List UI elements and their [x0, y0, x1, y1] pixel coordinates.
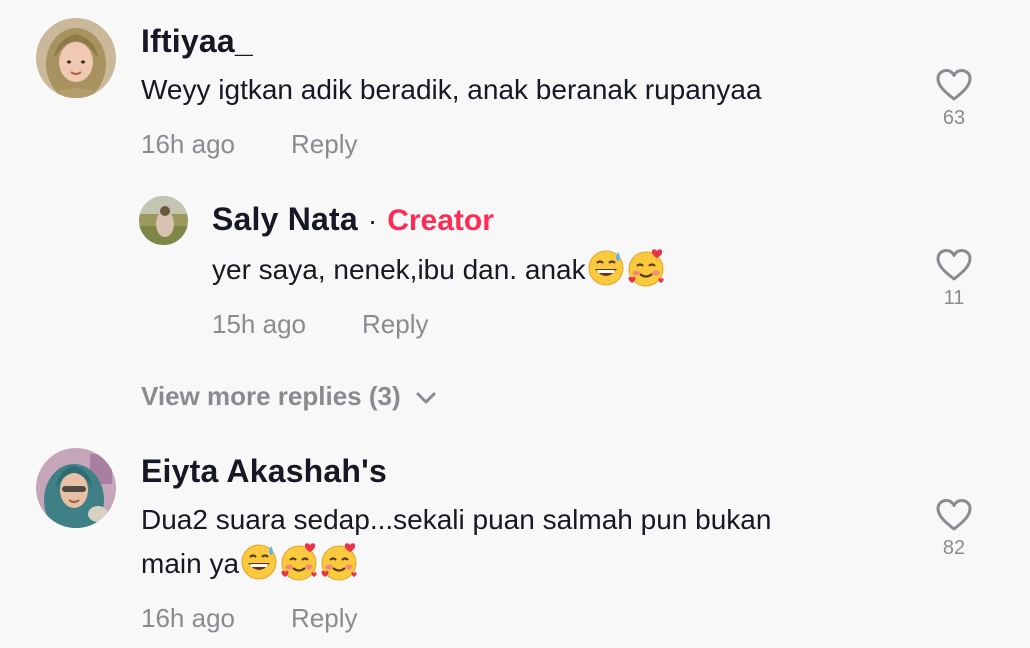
grinning-sweat-emoji	[586, 248, 626, 288]
reply-text: yer saya, nenek,ibu dan. anak	[212, 254, 586, 285]
comment-timestamp: 16h ago	[141, 603, 235, 633]
heart-outline-icon	[924, 68, 984, 102]
like-count: 82	[942, 537, 966, 559]
reply-button[interactable]: Reply	[362, 308, 428, 340]
avatar[interactable]	[139, 196, 188, 245]
avatar[interactable]	[36, 18, 116, 98]
reply-username[interactable]: Saly Nata	[212, 200, 358, 238]
reply-button[interactable]: Reply	[291, 602, 357, 634]
reply-timestamp: 15h ago	[212, 309, 306, 339]
separator-dot: ·	[367, 205, 378, 236]
avatar[interactable]	[36, 448, 116, 528]
smiling-hearts-emoji	[626, 248, 666, 288]
comment-text-line-2: main ya	[141, 542, 359, 586]
comment-text: Weyy igtkan adik beradik, anak beranak r…	[141, 74, 762, 105]
grinning-sweat-emoji	[239, 542, 279, 582]
comment-username[interactable]: Iftiyaa_	[141, 22, 253, 60]
comment-text-line-1: Dua2 suara sedap...sekali puan salmah pu…	[141, 504, 772, 535]
heart-outline-icon	[924, 498, 984, 532]
smiling-hearts-emoji	[279, 542, 319, 582]
like-count: 63	[942, 107, 966, 129]
like-count: 11	[943, 287, 965, 309]
like-button[interactable]: 63	[924, 68, 984, 130]
smiling-hearts-emoji	[319, 542, 359, 582]
reply-button[interactable]: Reply	[291, 128, 357, 160]
view-more-replies-button[interactable]: View more replies (3)	[141, 380, 437, 412]
comment-timestamp: 16h ago	[141, 129, 235, 159]
creator-badge: Creator	[387, 204, 494, 237]
like-button[interactable]: 11	[924, 248, 984, 310]
reply-text-row: yer saya, nenek,ibu dan. anak	[212, 248, 666, 292]
chevron-down-icon	[415, 380, 437, 412]
comment-text: main ya	[141, 548, 240, 579]
heart-outline-icon	[924, 248, 984, 282]
comment-username[interactable]: Eiyta Akashah's	[141, 452, 387, 490]
like-button[interactable]: 82	[924, 498, 984, 560]
view-more-label: View more replies (3)	[141, 381, 401, 411]
